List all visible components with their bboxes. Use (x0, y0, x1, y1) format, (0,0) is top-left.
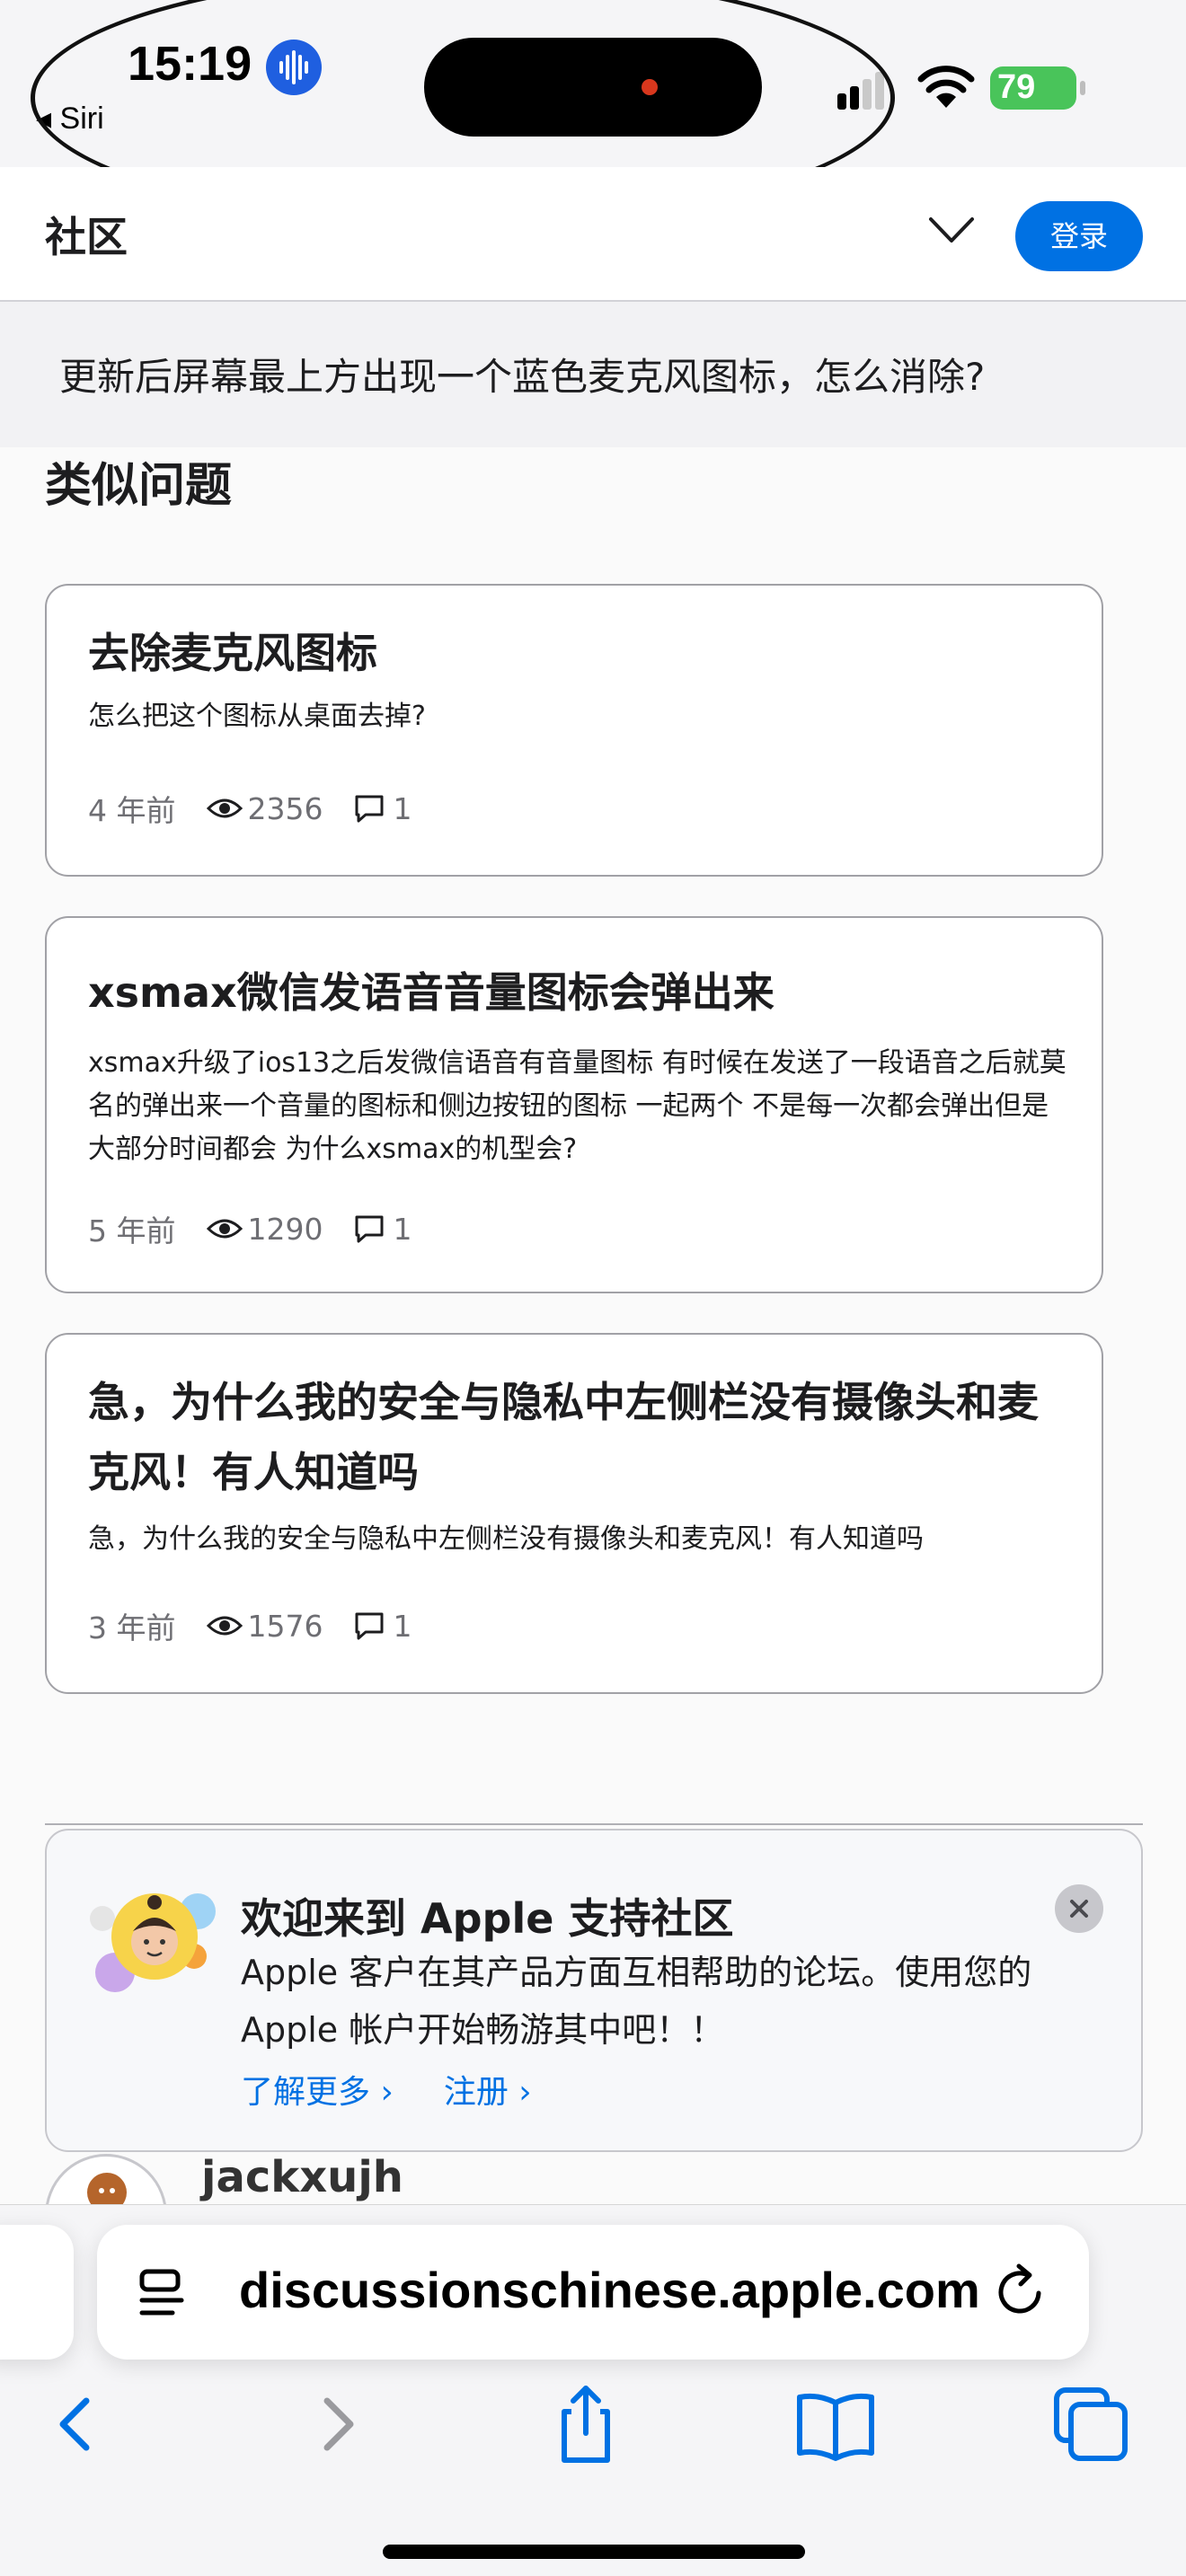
reply-count: 1 (393, 1211, 412, 1247)
chevron-down-icon[interactable] (927, 212, 976, 248)
post-age: 3 年前 (88, 1610, 176, 1645)
view-count: 1290 (247, 1211, 323, 1247)
card-meta: 4 年前 2356 1 (88, 789, 412, 829)
reply-count: 1 (393, 1608, 412, 1644)
eye-icon (206, 1616, 243, 1636)
welcome-links: 了解更多 › 注册 › (241, 2066, 532, 2113)
comment-icon (355, 1215, 384, 1243)
page-menu-icon[interactable] (137, 2266, 190, 2320)
forward-icon[interactable] (291, 2381, 381, 2467)
site-header: 社区 登录 (0, 167, 1186, 302)
memoji-avatar-icon (90, 1893, 216, 1992)
register-link[interactable]: 注册 › (444, 2066, 532, 2113)
welcome-banner: 欢迎来到 Apple 支持社区 Apple 客户在其产品方面互相帮助的论坛。使用… (45, 1829, 1143, 2152)
card-meta: 5 年前 1290 1 (88, 1209, 412, 1249)
author-username[interactable]: jackxujh (201, 2152, 403, 2202)
card-description: xsmax升级了ios13之后发微信语音有音量图标 有时候在发送了一段语音之后就… (88, 1047, 1067, 1165)
share-icon[interactable] (541, 2381, 631, 2467)
close-button[interactable] (1055, 1884, 1103, 1933)
address-bar[interactable]: discussionschinese.apple.com (97, 2225, 1089, 2360)
main-content: 类似问题 去除麦克风图标 怎么把这个图标从桌面去掉? 4 年前 2356 1 x… (0, 447, 1186, 2204)
status-bar: 15:19 ◂ Siri 79 (0, 0, 1186, 225)
reply-count: 1 (393, 790, 412, 826)
battery-indicator: 79 (990, 66, 1085, 110)
eye-icon (206, 798, 243, 818)
login-button[interactable]: 登录 (1015, 201, 1143, 271)
safari-toolbar: discussionschinese.apple.com (0, 2204, 1186, 2576)
avatar[interactable] (45, 2154, 167, 2204)
welcome-body: Apple 客户在其产品方面互相帮助的论坛。使用您的 Apple 帐户开始畅游其… (241, 1953, 1032, 2050)
card-description: 怎么把这个图标从桌面去掉? (88, 701, 426, 732)
next-post-author: jackxujh (45, 2152, 1141, 2204)
battery-level: 79 (997, 68, 1036, 106)
battery-cap (1080, 81, 1085, 95)
home-indicator[interactable] (383, 2545, 805, 2559)
question-banner: 更新后屏幕最上方出现一个蓝色麦克风图标，怎么消除? (0, 302, 1186, 447)
post-age: 5 年前 (88, 1213, 176, 1248)
welcome-title: 欢迎来到 Apple 支持社区 (241, 1894, 734, 1943)
previous-tab-preview[interactable] (0, 2225, 74, 2360)
post-age: 4 年前 (88, 793, 176, 828)
card-meta: 3 年前 1576 1 (88, 1606, 412, 1646)
back-icon[interactable] (32, 2381, 122, 2467)
card-title[interactable]: 去除麦克风图标 (88, 618, 1076, 688)
similar-question-card[interactable]: 去除麦克风图标 怎么把这个图标从桌面去掉? 4 年前 2356 1 (45, 584, 1103, 877)
similar-question-card[interactable]: 急，为什么我的安全与隐私中左侧栏没有摄像头和麦克风！有人知道吗 急，为什么我的安… (45, 1333, 1103, 1694)
comment-icon (355, 1612, 384, 1640)
eye-icon (206, 1219, 243, 1239)
url-text[interactable]: discussionschinese.apple.com (239, 2261, 980, 2319)
bookmarks-icon[interactable] (791, 2381, 881, 2467)
similar-question-card[interactable]: xsmax微信发语音音量图标会弹出来 xsmax升级了ios13之后发微信语音有… (45, 916, 1103, 1293)
learn-more-link[interactable]: 了解更多 › (241, 2066, 394, 2113)
card-title[interactable]: xsmax微信发语音音量图标会弹出来 (88, 957, 1076, 1028)
section-divider (45, 1823, 1143, 1825)
tabs-icon[interactable] (1046, 2381, 1136, 2467)
wifi-icon (917, 66, 975, 108)
close-icon (1070, 1900, 1088, 1918)
gingerbread-avatar-icon (87, 2173, 127, 2204)
card-description: 急，为什么我的安全与隐私中左侧栏没有摄像头和麦克风！有人知道吗 (88, 1523, 924, 1555)
view-count: 2356 (247, 790, 323, 826)
similar-questions-heading: 类似问题 (45, 459, 233, 513)
comment-icon (355, 795, 384, 823)
reload-icon[interactable] (992, 2263, 1049, 2320)
question-title: 更新后屏幕最上方出现一个蓝色麦克风图标，怎么消除? (59, 355, 986, 399)
card-title[interactable]: 急，为什么我的安全与隐私中左侧栏没有摄像头和麦克风！有人知道吗 (88, 1367, 1067, 1507)
page-title: 社区 (45, 213, 128, 261)
view-count: 1576 (247, 1608, 323, 1644)
